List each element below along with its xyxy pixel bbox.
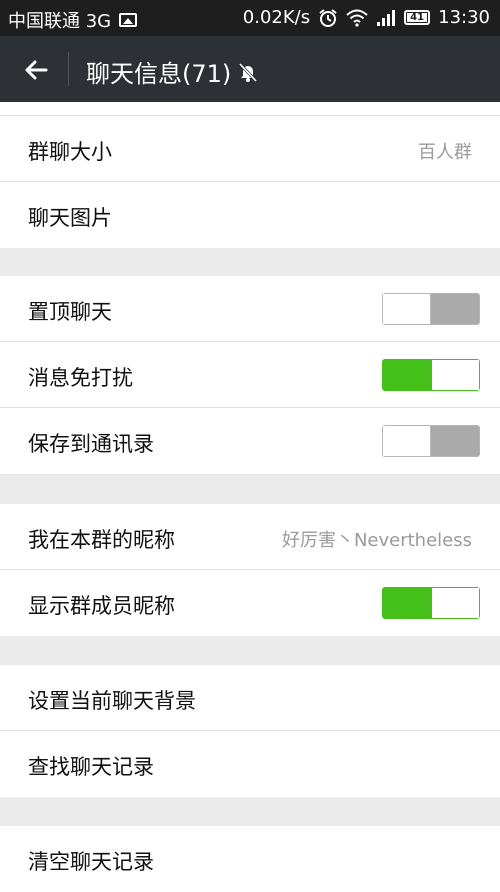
group-info: 群聊大小 百人群 聊天图片 [0,116,500,248]
group-size-label: 群聊大小 [28,140,112,164]
save-to-contacts-toggle[interactable] [382,425,480,457]
chat-images-row[interactable]: 聊天图片 [0,182,500,248]
page-title-text: 聊天信息(71) [86,60,232,88]
header-divider [68,52,69,86]
mute-notifications-row: 消息免打扰 [0,342,500,408]
mute-notifications-toggle[interactable] [382,359,480,391]
carrier-text: 中国联通 3G [8,11,112,32]
status-bar: 中国联通 3G 0.02K/s 41 13:30 [0,0,500,36]
show-member-nicknames-toggle[interactable] [382,587,480,619]
clear-history-label: 清空聊天记录 [28,850,154,874]
clear-history-row[interactable]: 清空聊天记录 [0,826,500,892]
save-to-contacts-row: 保存到通讯录 [0,408,500,474]
battery-icon: 41 [404,10,431,25]
group-clear: 清空聊天记录 [0,826,500,892]
pin-chat-toggle[interactable] [382,293,480,325]
wifi-icon [346,9,368,27]
my-nickname-row[interactable]: 我在本群的昵称 好厉害丶Nevertheless [0,504,500,570]
title-bar: 聊天信息(71) [0,36,500,102]
toggle-knob [431,360,479,390]
chat-images-label: 聊天图片 [28,206,112,230]
my-nickname-label: 我在本群的昵称 [28,528,175,552]
group-size-row[interactable]: 群聊大小 百人群 [0,116,500,182]
network-speed: 0.02K/s [242,7,311,28]
list-top-edge [0,102,500,116]
image-notification-icon [119,13,138,27]
back-arrow-icon[interactable] [20,54,52,86]
save-to-contacts-label: 保存到通讯录 [28,432,154,456]
pin-chat-row: 置顶聊天 [0,276,500,342]
group-nicknames: 我在本群的昵称 好厉害丶Nevertheless 显示群成员昵称 [0,504,500,636]
group-size-value: 百人群 [418,142,472,163]
search-history-row[interactable]: 查找聊天记录 [0,731,500,797]
set-background-label: 设置当前聊天背景 [28,689,196,713]
toggle-knob [383,426,431,456]
battery-level: 41 [407,12,428,23]
my-nickname-value: 好厉害丶Nevertheless [281,530,472,551]
mute-notifications-label: 消息免打扰 [28,366,133,390]
alarm-icon [319,8,337,27]
toggle-knob [431,588,479,618]
show-member-nicknames-label: 显示群成员昵称 [28,594,175,618]
toggle-knob [383,294,431,324]
clock: 13:30 [438,7,490,28]
status-left: 中国联通 3G [8,7,138,33]
group-actions: 设置当前聊天背景 查找聊天记录 [0,665,500,797]
show-member-nicknames-row: 显示群成员昵称 [0,570,500,636]
signal-icon [377,9,396,26]
set-background-row[interactable]: 设置当前聊天背景 [0,665,500,731]
group-switches: 置顶聊天 消息免打扰 保存到通讯录 [0,276,500,474]
bell-off-icon [239,62,258,82]
search-history-label: 查找聊天记录 [28,755,154,779]
pin-chat-label: 置顶聊天 [28,300,112,324]
page-title: 聊天信息(71) [86,54,259,89]
status-right: 0.02K/s 41 13:30 [243,7,490,28]
